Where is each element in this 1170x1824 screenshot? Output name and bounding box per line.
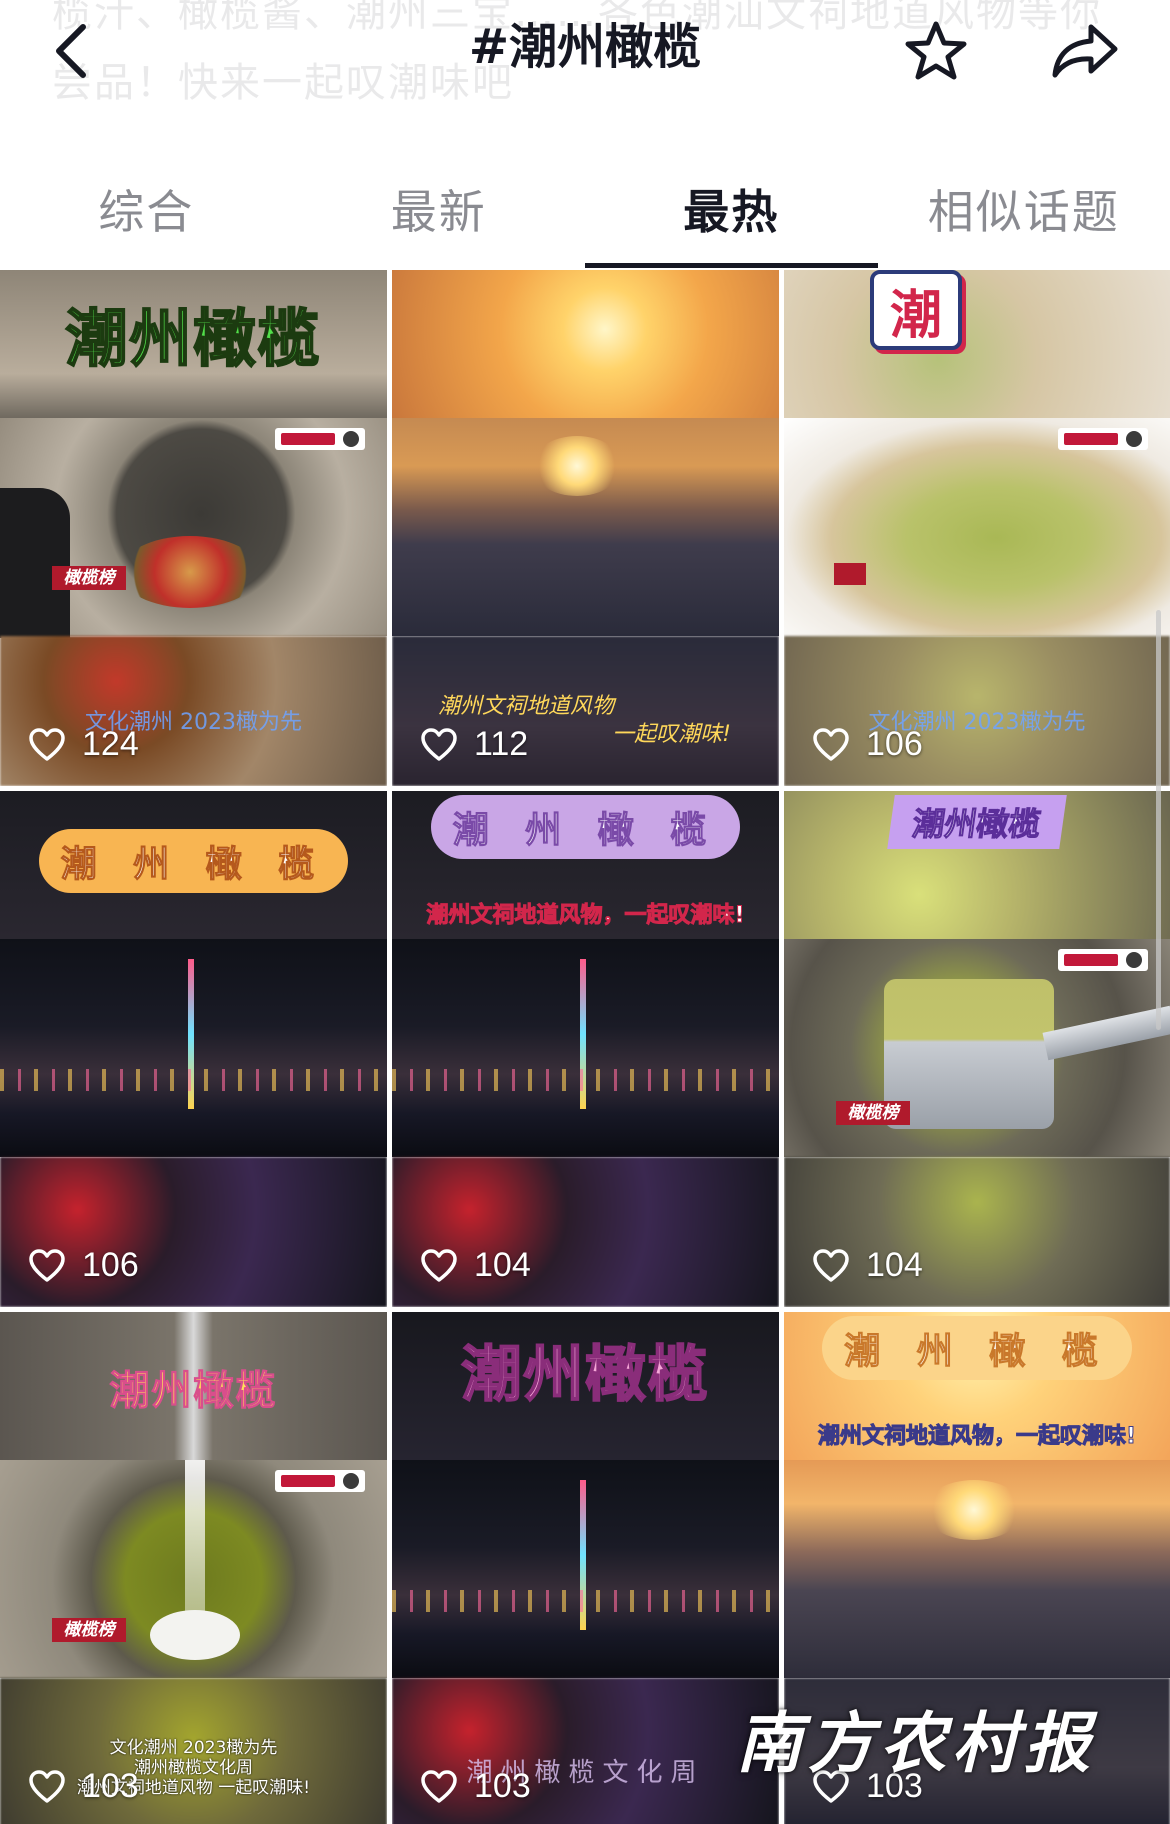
video-overlay-title: 潮 州 橄 榄	[430, 795, 741, 859]
olive-logo-label: 橄榄榜	[52, 1618, 126, 1642]
like-count: 106	[812, 725, 923, 764]
video-card[interactable]: 潮州文祠地道风物 一起叹潮味! 112	[392, 270, 779, 786]
video-overlay-title: 潮 州 橄 榄	[822, 1316, 1132, 1380]
scrollbar[interactable]	[1156, 610, 1161, 1030]
publisher-stamp	[1058, 949, 1148, 971]
like-count-value: 106	[82, 1246, 139, 1284]
like-count: 103	[420, 1767, 531, 1806]
tab-bar: 综合 最新 最热 相似话题	[0, 150, 1170, 268]
like-count-value: 104	[866, 1246, 923, 1284]
video-overlay-title: 潮州橄榄	[461, 1339, 710, 1411]
olive-logo-label: 橄榄榜	[52, 566, 126, 590]
thumbnail-image	[784, 1460, 1170, 1678]
thumbnail-image	[0, 418, 387, 638]
thumbnail-image	[392, 939, 779, 1157]
tab-similar-topics[interactable]: 相似话题	[878, 150, 1170, 268]
like-count: 104	[812, 1246, 923, 1285]
star-outline-icon	[905, 21, 967, 80]
heart-outline-icon	[813, 727, 849, 761]
video-caption: 文化潮州 2023橄为先	[109, 1738, 278, 1758]
olive-logo-label: 橄榄榜	[836, 1101, 910, 1125]
video-subtitle: 潮州文祠地道风物，一起叹潮味!	[426, 903, 745, 929]
video-card[interactable]: 潮 文化潮州 2023橄为先 106	[784, 270, 1170, 786]
video-overlay-title: 潮 州 橄 榄	[38, 829, 349, 893]
like-count: 112	[420, 725, 528, 764]
thumbnail-blur-top	[392, 270, 779, 418]
video-grid: 潮州橄榄 橄榄榜 文化潮州 2023橄为先 124 潮州文祠地道风物 一起叹潮味…	[0, 270, 1170, 1824]
thumbnail-image	[784, 418, 1170, 636]
like-count: 106	[28, 1246, 139, 1285]
heart-outline-icon	[29, 1248, 65, 1282]
publisher-stamp	[275, 1470, 365, 1492]
video-subtitle: 潮州文祠地道风物，一起叹潮味!	[817, 1424, 1137, 1450]
video-card[interactable]: 潮州橄榄 橄榄榜 104	[784, 791, 1170, 1307]
thumbnail-image	[0, 1460, 387, 1678]
publisher-watermark: 南方农村报	[736, 1705, 1096, 1782]
video-card[interactable]: 潮 州 橄 榄 潮州文祠地道风物，一起叹潮味! 104	[392, 791, 779, 1307]
heart-outline-icon	[29, 1769, 65, 1803]
video-card[interactable]: 潮 州 橄 榄 106	[0, 791, 387, 1307]
tab-comprehensive[interactable]: 综合	[0, 150, 293, 268]
thumbnail-blur-top	[784, 270, 1170, 418]
like-count: 104	[420, 1246, 531, 1285]
video-card[interactable]: 潮州橄榄 橄榄榜 文化潮州 2023橄为先 潮州橄榄文化周 潮州文祠地道风物 一…	[0, 1312, 387, 1824]
thumbnail-image	[392, 418, 779, 636]
like-count: 103	[28, 1767, 139, 1806]
tab-latest[interactable]: 最新	[293, 150, 586, 268]
like-count-value: 103	[474, 1767, 531, 1805]
like-count-value: 112	[474, 725, 529, 763]
like-count-value: 104	[474, 1246, 531, 1284]
heart-outline-icon	[813, 1248, 849, 1282]
share-arrow-icon	[1052, 24, 1118, 78]
like-count: 124	[28, 725, 139, 764]
video-card[interactable]: 潮州橄榄 潮州橄榄文化周 103	[392, 1312, 779, 1824]
heart-outline-icon	[421, 1769, 457, 1803]
like-count-value: 103	[82, 1767, 139, 1805]
heart-outline-icon	[421, 1248, 457, 1282]
thumbnail-image	[392, 1460, 779, 1678]
video-caption-secondary: 一起叹潮味!	[612, 722, 731, 747]
favorite-button[interactable]	[891, 8, 981, 94]
heart-outline-icon	[421, 727, 457, 761]
publisher-stamp	[275, 428, 365, 450]
heart-outline-icon	[29, 727, 65, 761]
like-count-value: 106	[866, 725, 923, 763]
video-card[interactable]: 潮州橄榄 橄榄榜 文化潮州 2023橄为先 124	[0, 270, 387, 786]
share-button[interactable]	[1040, 8, 1130, 94]
video-overlay-title: 潮	[870, 270, 962, 350]
top-bar: 榄汁、橄榄酱、潮州三宝……各色潮汕文祠地道风物等你尝品！快来一起叹潮味吧 #潮州…	[0, 0, 1170, 150]
video-overlay-title: 潮州橄榄	[109, 1368, 278, 1415]
video-caption: 潮州文祠地道风物	[438, 694, 615, 719]
like-count-value: 124	[82, 725, 139, 763]
page-title: #潮州橄榄	[468, 19, 702, 75]
tab-hottest[interactable]: 最热	[585, 150, 878, 268]
publisher-stamp	[1058, 428, 1148, 450]
thumbnail-image	[0, 939, 387, 1157]
video-overlay-title: 潮州橄榄	[64, 301, 322, 376]
video-overlay-title: 潮州橄榄	[887, 795, 1067, 849]
